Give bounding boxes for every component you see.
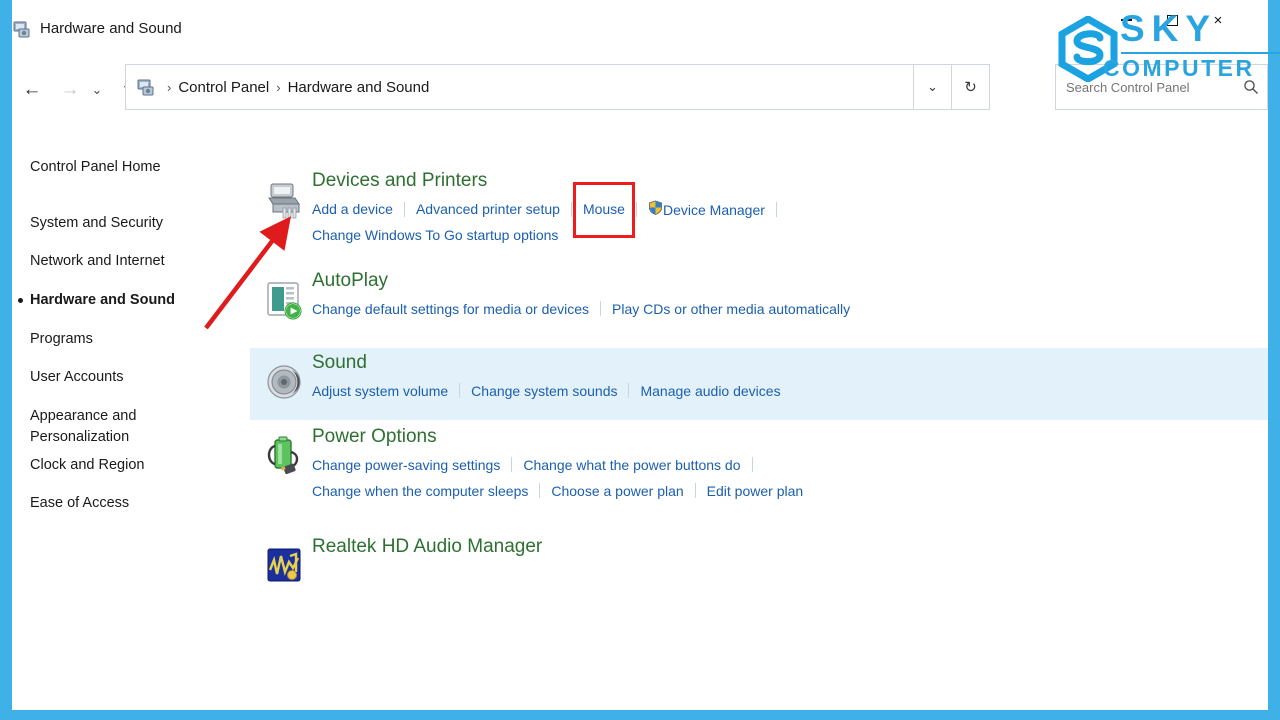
category-title[interactable]: Power Options (312, 426, 437, 448)
category-link-row: Change when the computer sleeps Choose a … (312, 482, 803, 500)
refresh-icon[interactable]: ↻ (952, 64, 990, 110)
task-link-label: Change what the power buttons do (523, 456, 741, 473)
link-separator (570, 201, 572, 217)
watermark-line1: SKY (1120, 8, 1218, 49)
task-link-change-when-the-computer-sleeps[interactable]: Change when the computer sleeps (312, 483, 528, 499)
task-link-device-manager[interactable]: Device Manager (648, 200, 765, 218)
task-link-label: Change default settings for media or dev… (312, 300, 590, 317)
category-title[interactable]: AutoPlay (312, 270, 388, 292)
task-link-change-default-settings-for-media-or-devices[interactable]: Change default settings for media or dev… (312, 301, 589, 317)
category-autoplay: AutoPlay Change default settings for medi… (250, 266, 1268, 346)
sidebar-item-network-and-internet[interactable]: Network and Internet (30, 252, 165, 270)
forward-button[interactable]: → (56, 76, 84, 104)
task-link-adjust-system-volume[interactable]: Adjust system volume (312, 383, 448, 399)
category-power-options: Power Options Change power-saving setting… (250, 422, 1268, 522)
recent-locations-button[interactable]: ⌄ (86, 76, 108, 104)
task-link-label: Play CDs or other media automatically (612, 300, 851, 317)
category-title[interactable]: Realtek HD Audio Manager (312, 536, 542, 558)
category-sound: Sound Adjust system volume Change system s… (250, 348, 1268, 420)
task-link-label: Change Windows To Go startup options (312, 226, 559, 243)
category-link-row: Add a device Advanced printer setup Mouse … (312, 200, 788, 218)
category-devices-and-printers: Devices and Printers Add a device Advanced… (250, 166, 1268, 262)
mouse-highlight-box (573, 182, 635, 238)
sky-computer-watermark: SKY COMPUTER (1055, 2, 1280, 102)
sidebar-item-user-accounts[interactable]: User Accounts (30, 368, 124, 386)
task-link-edit-power-plan[interactable]: Edit power plan (707, 483, 804, 499)
link-separator (635, 201, 637, 217)
sidebar-item-programs[interactable]: Programs (30, 330, 93, 348)
category-link-row: Change default settings for media or dev… (312, 300, 850, 318)
link-separator (459, 383, 461, 399)
watermark-divider (1121, 52, 1280, 54)
task-link-change-system-sounds[interactable]: Change system sounds (471, 383, 617, 399)
annotation-arrow-icon (204, 216, 291, 330)
speaker-icon (267, 365, 301, 399)
breadcrumb-item-hardware-and-sound[interactable]: Hardware and Sound (288, 79, 430, 96)
task-link-add-a-device[interactable]: Add a device (312, 201, 393, 217)
category-realtek-hd-audio-manager: Realtek HD Audio Manager (250, 532, 1268, 602)
chevron-down-icon[interactable]: ⌄ (914, 64, 952, 110)
task-link-label: Choose a power plan (551, 482, 684, 499)
watermark-line2: COMPUTER (1103, 55, 1255, 81)
category-list: Devices and Printers Add a device Advanced… (250, 122, 1268, 710)
link-separator (600, 301, 602, 317)
task-link-label: Change when the computer sleeps (312, 482, 529, 499)
task-link-label: Manage audio devices (640, 382, 781, 399)
task-link-choose-a-power-plan[interactable]: Choose a power plan (551, 483, 683, 499)
breadcrumb-item-control-panel[interactable]: Control Panel (178, 79, 269, 96)
task-link-change-windows-to-go-startup-options[interactable]: Change Windows To Go startup options (312, 227, 558, 243)
sidebar-item-control-panel-home[interactable]: Control Panel Home (30, 158, 161, 176)
task-link-manage-audio-devices[interactable]: Manage audio devices (640, 383, 780, 399)
sidebar-item-appearance-and-personalization[interactable]: Appearance and Personalization (30, 406, 180, 448)
sidebar-item-clock-and-region[interactable]: Clock and Region (30, 456, 144, 474)
link-separator (511, 457, 513, 473)
link-separator (694, 483, 696, 499)
task-link-label: Adjust system volume (312, 382, 449, 399)
link-separator (539, 483, 541, 499)
screen: Hardware and Sound × ← → ⌄ ↑ (0, 0, 1280, 720)
category-link-row: Change Windows To Go startup options (312, 226, 558, 244)
sidebar-item-ease-of-access[interactable]: Ease of Access (30, 494, 129, 512)
category-title[interactable]: Devices and Printers (312, 170, 487, 192)
back-button[interactable]: ← (18, 76, 46, 104)
category-link-row: Adjust system volume Change system sounds… (312, 382, 781, 400)
control-panel-icon (136, 77, 156, 97)
sidebar-item-system-and-security[interactable]: System and Security (30, 214, 163, 232)
realtek-audio-icon (267, 548, 301, 582)
task-link-play-cds-or-other-media-automatically[interactable]: Play CDs or other media automatically (612, 301, 850, 317)
link-separator (751, 457, 753, 473)
link-separator (628, 383, 630, 399)
breadcrumb-separator: › (167, 79, 172, 95)
speaker-icon (262, 360, 306, 404)
control-panel-window: Hardware and Sound × ← → ⌄ ↑ (12, 0, 1280, 710)
link-separator (775, 201, 777, 217)
category-title[interactable]: Sound (312, 352, 367, 374)
window-title: Hardware and Sound (40, 20, 182, 37)
task-link-label: Edit power plan (706, 482, 804, 499)
task-link-change-power-saving-settings[interactable]: Change power-saving settings (312, 457, 500, 473)
breadcrumb[interactable]: › Control Panel › Hardware and Sound (125, 64, 914, 110)
task-link-label: Change system sounds (471, 382, 618, 399)
current-item-bullet (18, 298, 23, 303)
task-link-label: Advanced printer setup (415, 201, 560, 217)
task-link-label: Device Manager (662, 202, 765, 218)
uac-shield-icon (649, 200, 662, 215)
task-link-advanced-printer-setup[interactable]: Advanced printer setup (416, 201, 560, 217)
battery-icon (262, 434, 306, 478)
battery-icon (267, 436, 299, 475)
breadcrumb-separator: › (276, 79, 281, 95)
task-link-label: Change power-saving settings (312, 456, 501, 473)
realtek-audio-icon (262, 544, 306, 588)
hardware-and-sound-icon (12, 19, 32, 39)
task-link-change-what-the-power-buttons-do[interactable]: Change what the power buttons do (523, 457, 740, 473)
task-link-label: Add a device (312, 201, 393, 217)
link-separator (403, 201, 405, 217)
category-link-row: Change power-saving settings Change what … (312, 456, 764, 474)
sidebar-item-hardware-and-sound[interactable]: Hardware and Sound (30, 291, 175, 309)
